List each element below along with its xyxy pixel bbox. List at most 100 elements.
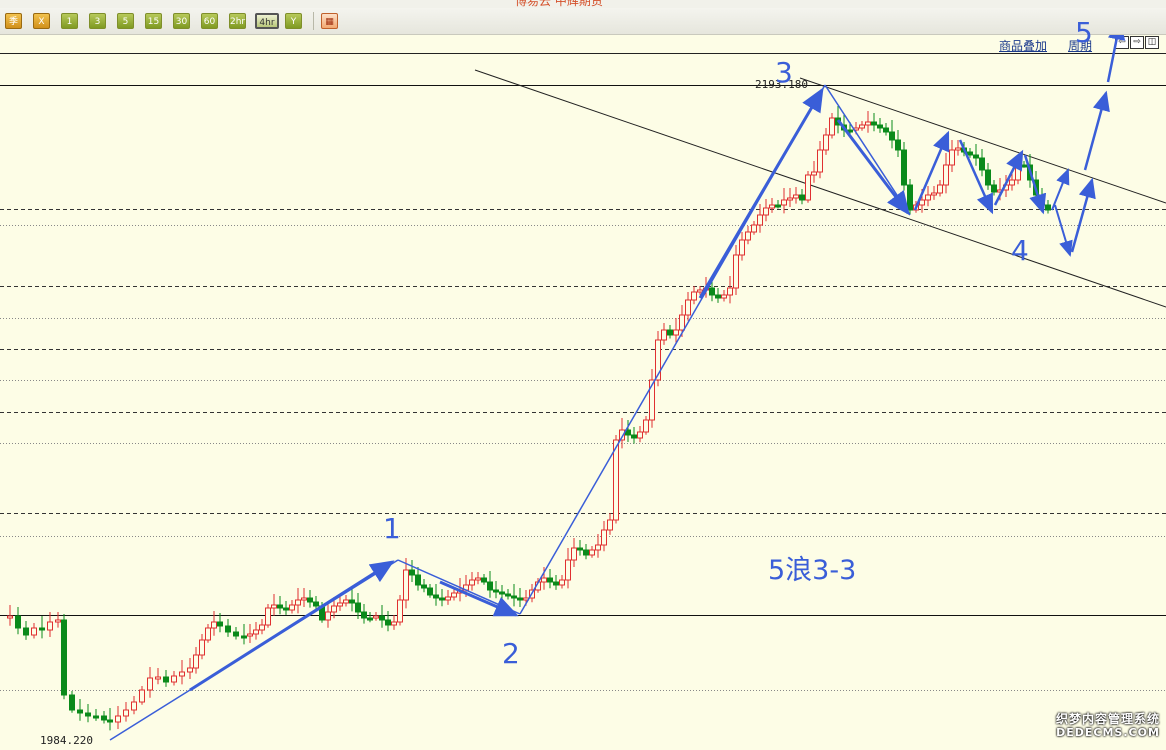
candle-body-down [877,124,883,129]
period-toolbar: 季 X 1 3 5 15 30 60 2hr 4hr Y ▦ [0,8,1166,35]
candle-body-up [829,117,835,136]
wave-arrow-e [1023,154,1047,215]
candle-body-up [817,149,823,173]
wave-arrow-2 [439,580,519,617]
candle-body-down [511,595,517,599]
candle-body-down [775,204,781,208]
period-button-1[interactable]: 1 [61,13,78,29]
candle-body-down [493,589,499,593]
period-button-▦[interactable]: ▦ [321,13,338,29]
candle-body-down [1021,164,1027,168]
candle-body-down [23,627,29,636]
watermark: 织梦内容管理系统 DEDECMS.COM [1052,712,1164,740]
candle-body-up [757,214,763,226]
wave-label-2: 2 [502,637,520,670]
candle-body-up [787,197,793,201]
candle-body-up [673,329,679,336]
wave-arrow-down4 [1054,204,1073,257]
candle-body-up [685,299,691,316]
candle-body-up [739,239,745,256]
period-button-X[interactable]: X [33,13,50,29]
grid-lines [0,53,1166,691]
candle-body-up [139,689,145,703]
candle-body-up [541,577,547,583]
candle-body-down [415,574,421,586]
period-button-3[interactable]: 3 [89,13,106,29]
candle-body-up [925,194,931,201]
candle-body-up [955,147,961,151]
candle-body-down [421,584,427,589]
candle-body-down [101,715,107,721]
candle-body-up [721,294,727,299]
candle-body-up [811,171,817,176]
candle-body-up [403,569,409,601]
candle-body-up [763,207,769,216]
candle-body-down [385,619,391,626]
candle-body-down [553,581,559,586]
period-button-Y[interactable]: Y [285,13,302,29]
candle-body-up [147,677,153,691]
candle-body-up [565,559,571,581]
candle-body-up [205,627,211,641]
candle-body-up [727,287,733,296]
candle-body-down [583,549,589,556]
candle-body-up [289,604,295,611]
candle-body-down [15,615,21,629]
period-button-2hr[interactable]: 2hr [229,13,246,29]
candle-body-down [889,131,895,141]
candle-body-down [61,619,67,696]
period-button-30[interactable]: 30 [173,13,190,29]
candle-body-down [107,719,113,723]
candle-body-up [937,184,943,194]
candle-body-up [7,615,13,619]
candle-body-up [445,596,451,601]
candle-body-down [973,154,979,159]
candle-body-up [571,547,577,561]
candle-body-down [799,194,805,201]
candle-body-up [179,671,185,677]
wave-arrows [109,35,1126,741]
candle-body-down [871,121,877,126]
candle-body-down [901,149,907,186]
period-button-60[interactable]: 60 [201,13,218,29]
candle-body-up [155,676,161,680]
candle-body-down [367,617,373,621]
period-button-5[interactable]: 5 [117,13,134,29]
candle-body-down [217,621,223,627]
window-title: 博易云 中辉期货 [515,0,603,8]
wave-arrow-up3 [1083,90,1110,171]
candle-body-down [715,294,721,299]
candle-body-up [253,629,259,635]
period-button-4hr[interactable]: 4hr [255,13,279,29]
candle-body-up [331,605,337,613]
candle-body-up [199,639,205,656]
candlestick-chart[interactable] [0,35,1166,750]
candle-body-up [295,599,301,606]
candle-body-down [163,676,169,683]
candles [7,106,1051,731]
candle-body-up [679,314,685,331]
candle-body-up [391,621,397,626]
candle-body-down [313,601,319,607]
candle-body-up [1015,164,1021,181]
candle-body-up [1009,179,1015,186]
candle-body-down [481,577,487,583]
candle-body-down [439,597,445,601]
period-button-15[interactable]: 15 [145,13,162,29]
period-button-季[interactable]: 季 [5,13,22,29]
candle-body-up [643,419,649,433]
candle-body-down [433,594,439,599]
candle-body-up [745,231,751,241]
candle-body-down [709,287,715,296]
candle-body-up [343,599,349,604]
candle-body-up [397,599,403,623]
candle-body-up [193,654,199,669]
candle-body-down [505,593,511,597]
candle-body-up [805,174,811,201]
candle-body-up [751,224,757,233]
candle-body-up [171,675,177,683]
channel-lower-line [474,69,1166,308]
candle-body-down [979,157,985,171]
candle-body-up [271,604,277,609]
wave-label-4: 4 [1011,234,1029,267]
